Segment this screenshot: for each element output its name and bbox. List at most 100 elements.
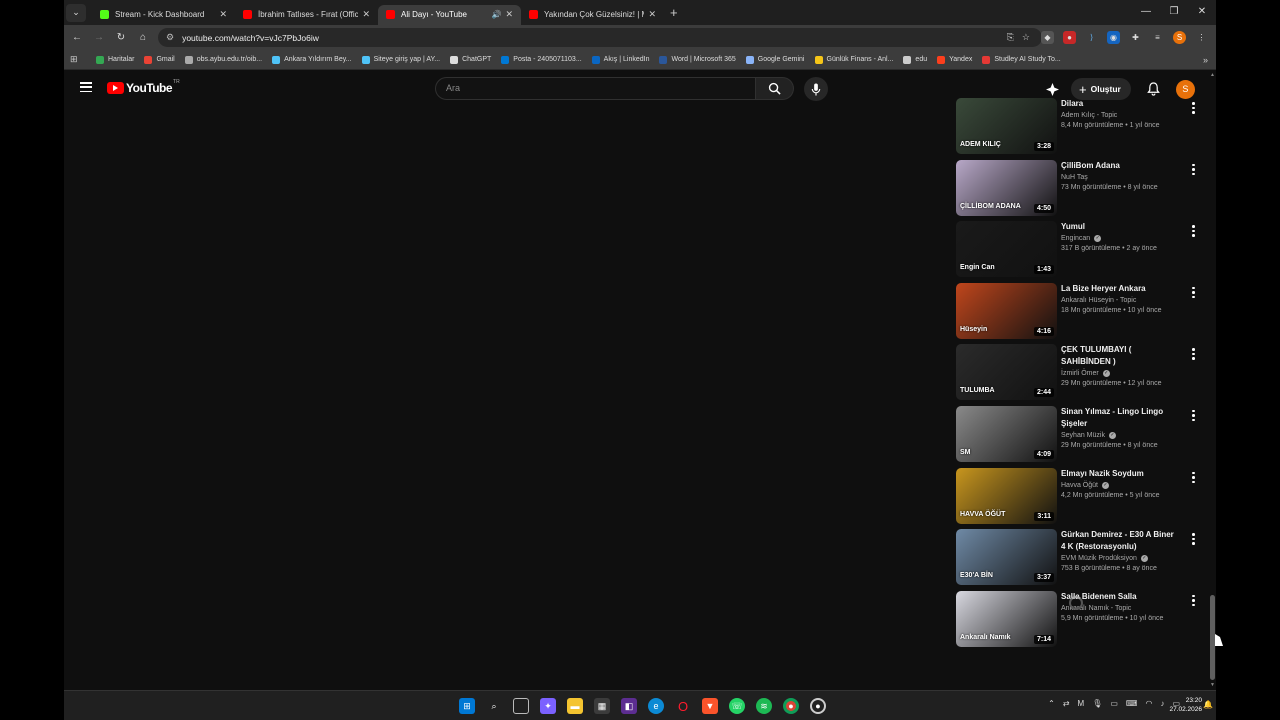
create-button[interactable]: + Oluştur (1071, 78, 1131, 100)
taskbar-search-icon[interactable]: ⌕ (486, 698, 502, 714)
recommended-video[interactable]: SM 4:09 Sinan Yılmaz - Lingo Lingo Şişeler… (956, 405, 1196, 468)
more-actions-icon[interactable] (1192, 471, 1195, 484)
recommended-video[interactable]: ÇİLLİBOM ADANA 4:50 ÇilliBom Adana NuH Taş 7… (956, 159, 1196, 222)
scroll-down-arrow-icon[interactable]: ▼ (1209, 682, 1216, 688)
video-title[interactable]: La Bize Heryer Ankara (1061, 283, 1179, 295)
menu-icon[interactable] (80, 82, 92, 92)
forward-button[interactable]: → (88, 32, 110, 43)
copilot-icon[interactable]: ✦ (540, 698, 556, 714)
more-actions-icon[interactable] (1192, 409, 1195, 422)
site-info-icon[interactable]: ⚙ (166, 32, 174, 43)
whatsapp-icon[interactable]: ☏ (729, 698, 745, 714)
more-actions-icon[interactable] (1192, 594, 1195, 607)
video-thumbnail[interactable]: ADEM KILIÇ 3:28 (956, 98, 1057, 154)
address-bar[interactable]: ⚙ youtube.com/watch?v=vJc7PbJo6iw ⎘ ☆ (158, 28, 1042, 47)
youtube-logo[interactable]: YouTube TR (107, 79, 180, 95)
app-icon-purple[interactable]: ◧ (621, 698, 637, 714)
channel-name[interactable]: NuH Taş (1061, 174, 1088, 181)
notification-icon[interactable]: 🔔 (1203, 700, 1213, 709)
edge-browser-icon[interactable]: e (648, 698, 664, 714)
channel-name[interactable]: Engincan (1061, 235, 1090, 242)
recommended-video[interactable]: HAVVA ÖĞÜT 3:11 Elmayı Nazik Soydum Havva Ö… (956, 467, 1196, 530)
video-thumbnail[interactable]: ÇİLLİBOM ADANA 4:50 (956, 159, 1057, 216)
tab-search-button[interactable]: ⌄ (66, 3, 86, 22)
recommended-video[interactable]: TULUMBA 2:44 ÇEK TULUMBAYI ( SAHİBİNDEN ) İ… (956, 344, 1196, 406)
bookmark-item[interactable]: Siteye giriş yap | AY... (361, 55, 440, 64)
video-title[interactable]: Sinan Yılmaz - Lingo Lingo Şişeler (1061, 406, 1179, 430)
extension-icon-blue[interactable]: ⟩ (1085, 31, 1098, 44)
windows-start-icon[interactable]: ⊞ (459, 698, 475, 714)
tray-app-icon-2[interactable]: M (1078, 699, 1085, 708)
browser-tab[interactable]: Ali Dayı - YouTube 🔊 ✕ (378, 4, 521, 25)
channel-name[interactable]: Adem Kılıç - Topic (1061, 112, 1117, 119)
bookmark-item[interactable]: Günlük Finans - Anl... (814, 55, 893, 64)
recommended-video[interactable]: Engin Can 1:43 Yumul Engincan ✓ 317 B görüntü… (956, 221, 1196, 283)
notifications-bell-icon[interactable] (1147, 82, 1160, 96)
chrome-alt-icon[interactable]: ● (810, 698, 826, 714)
browser-tab[interactable]: Stream - Kick Dashboard ✕ (92, 5, 235, 25)
video-thumbnail[interactable]: HAVVA ÖĞÜT 3:11 (956, 467, 1057, 524)
video-title[interactable]: Gürkan Demirez - E30 A Biner 4 K (Restor… (1061, 529, 1179, 553)
opera-icon[interactable]: O (675, 698, 691, 714)
channel-name[interactable]: Seyhan Müzik (1061, 432, 1105, 439)
volume-icon[interactable]: ♪ (1160, 699, 1164, 708)
bookmark-item[interactable]: obs.aybu.edu.tr/oib... (184, 55, 262, 64)
bookmark-item[interactable]: Akış | LinkedIn (591, 55, 649, 64)
tab-audio-icon[interactable]: 🔊 (491, 10, 501, 19)
chrome-icon[interactable]: ● (783, 698, 799, 714)
close-tab-icon[interactable]: ✕ (648, 9, 656, 20)
browser-tab[interactable]: Yakından Çok Güzelsiniz! | Mani ✕ (521, 5, 664, 25)
more-actions-icon[interactable] (1192, 286, 1195, 299)
user-avatar[interactable]: S (1175, 79, 1195, 99)
microphone-tray-icon[interactable]: 🎙 (1092, 699, 1102, 708)
video-title[interactable]: Dilara (1061, 98, 1179, 110)
search-input[interactable]: Ara (435, 77, 756, 100)
video-title[interactable]: Yumul (1061, 221, 1179, 233)
video-thumbnail[interactable]: E30'A BİN 3:37 (956, 529, 1057, 586)
more-actions-icon[interactable] (1192, 225, 1195, 237)
close-tab-icon[interactable]: ✕ (362, 9, 370, 20)
bookmark-item[interactable]: Ankara Yıldırım Bey... (272, 55, 352, 64)
tray-app-icon-3[interactable]: ▭ (1110, 699, 1118, 708)
scroll-up-arrow-icon[interactable]: ▲ (1209, 72, 1216, 78)
shield-extension-icon[interactable]: ◆ (1041, 31, 1054, 44)
file-explorer-icon[interactable]: ▬ (567, 698, 583, 714)
close-window-button[interactable]: ✕ (1188, 0, 1216, 25)
channel-name[interactable]: Havva Öğüt (1061, 482, 1098, 489)
channel-name[interactable]: Ankaralı Hüseyin - Topic (1061, 297, 1136, 304)
task-view-icon[interactable] (513, 698, 529, 714)
tray-overflow-icon[interactable]: ⌃ (1048, 699, 1055, 708)
wifi-icon[interactable]: ◠ (1145, 699, 1152, 708)
reload-button[interactable]: ↻ (110, 32, 132, 43)
close-tab-icon[interactable]: ✕ (505, 9, 513, 20)
more-actions-icon[interactable] (1192, 348, 1195, 360)
new-tab-button[interactable]: + (670, 5, 678, 20)
bookmark-item[interactable]: Google Gemini (745, 55, 805, 64)
install-app-icon[interactable]: ⎘ (1007, 28, 1014, 47)
home-button[interactable]: ⌂ (132, 32, 154, 43)
bookmark-item[interactable]: Word | Microsoft 365 (659, 55, 736, 64)
profile-avatar[interactable]: S (1173, 31, 1186, 44)
bookmark-item[interactable]: Studley AI Study To... (982, 55, 1061, 64)
tray-app-icon[interactable]: ⇄ (1063, 699, 1070, 708)
channel-name[interactable]: EVM Müzik Prodüksiyon (1061, 555, 1137, 562)
close-tab-icon[interactable]: ✕ (219, 9, 227, 20)
extension-icon-badge[interactable]: ◉ (1107, 31, 1120, 44)
bookmark-star-icon[interactable]: ☆ (1022, 28, 1030, 47)
sparkle-icon[interactable] (1046, 82, 1059, 96)
bookmark-item[interactable]: ChatGPT (450, 55, 491, 64)
reading-list-icon[interactable]: ≡ (1151, 31, 1164, 44)
recommended-video[interactable]: Hüseyin 4:16 La Bize Heryer Ankara Ankaralı… (956, 282, 1196, 345)
keyboard-icon[interactable]: ⌨ (1126, 699, 1138, 708)
video-title[interactable]: Elmayı Nazik Soydum (1061, 468, 1179, 480)
minimize-button[interactable]: — (1132, 0, 1160, 25)
bookmark-item[interactable]: edu (903, 55, 927, 64)
recommended-video[interactable]: ADEM KILIÇ 3:28 Dilara Adem Kılıç - Topic 8,… (956, 98, 1196, 160)
page-scrollbar[interactable]: ▲ ▼ (1209, 70, 1216, 690)
bookmark-item[interactable]: Yandex (937, 55, 972, 64)
brave-icon[interactable]: ▼ (702, 698, 718, 714)
voice-search-button[interactable] (804, 77, 828, 101)
browser-tab[interactable]: İbrahim Tatlıses - Fırat (Official ✕ (235, 5, 378, 25)
bookmarks-overflow-icon[interactable]: » (1203, 55, 1208, 65)
video-thumbnail[interactable]: SM 4:09 (956, 405, 1057, 462)
